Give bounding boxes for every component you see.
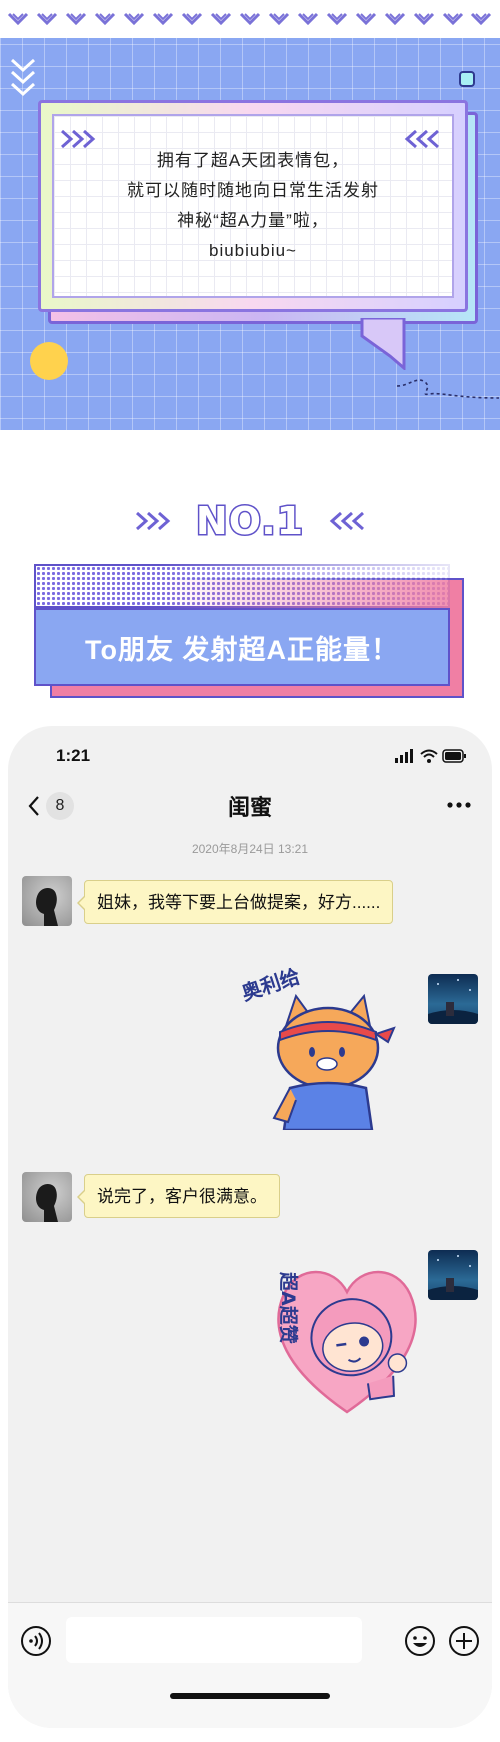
avatar[interactable] <box>428 1250 478 1300</box>
avatar[interactable] <box>22 1172 72 1222</box>
chevron-down-icon <box>8 12 29 26</box>
status-bar: 1:21 <box>8 726 492 780</box>
chevron-down-icon <box>153 12 174 26</box>
sun-circle <box>30 342 68 380</box>
chevron-down-icon <box>413 12 434 26</box>
battery-icon <box>442 749 466 763</box>
wifi-icon <box>420 749 438 763</box>
message-bubble[interactable]: 姐妹，我等下要上台做提案，好方...... <box>76 880 394 924</box>
chevron-down-icon <box>10 58 36 97</box>
chevron-down-icon <box>210 12 232 26</box>
sticker-caption: 奥利给 <box>238 964 302 1005</box>
more-dots-icon[interactable] <box>446 798 472 812</box>
banner-dot-pattern <box>34 564 450 608</box>
cube-icon <box>459 71 475 87</box>
status-icons <box>395 749 466 763</box>
phone-mockup: 1:21 8 闺蜜 2020年8月24日 13:21 姐妹，我等下要上台做提案，… <box>8 726 492 1728</box>
hero-line-2: 就可以随时随地向日常生活发射 <box>127 181 379 200</box>
hero-line-4: biubiubiu~ <box>209 241 297 260</box>
hero-line-1: 拥有了超A天团表情包， <box>156 151 350 170</box>
chevron-down-icon <box>384 12 405 26</box>
squiggle-line <box>396 379 500 399</box>
sticker-cat-aoligei[interactable]: 奥利给 <box>234 960 414 1130</box>
chevron-down-icon <box>124 12 145 26</box>
chevron-down-icon <box>66 12 87 26</box>
user-silhouette-icon <box>36 888 58 926</box>
chat-input-bar <box>8 1602 492 1728</box>
chevron-down-icon <box>37 12 58 26</box>
avatar[interactable] <box>22 876 72 926</box>
section-header: NO.1 <box>0 496 500 546</box>
hero-speech-bubble: 拥有了超A天团表情包， 就可以随时随地向日常生活发射 神秘“超A力量”啦， bi… <box>52 114 454 298</box>
chevron-down-icon <box>95 12 116 26</box>
chat-navbar: 8 闺蜜 <box>8 780 492 832</box>
signal-icon <box>395 749 413 763</box>
double-chevron-left-icon <box>404 129 439 149</box>
chevron-down-icon <box>442 12 463 26</box>
section-number: NO.1 <box>194 498 305 545</box>
chevron-down-icon <box>471 12 492 26</box>
voice-icon[interactable] <box>20 1625 52 1657</box>
triple-chevron-right-icon <box>135 511 171 531</box>
chat-title: 闺蜜 <box>227 795 272 820</box>
night-sky-image <box>428 1255 478 1300</box>
section-banner-text: To朋友 发射超A正能量！ <box>85 634 399 665</box>
chevron-down-icon <box>268 12 289 26</box>
hero-banner: 拥有了超A天团表情包， 就可以随时随地向日常生活发射 神秘“超A力量”啦， bi… <box>0 0 500 430</box>
chevron-down-icon <box>355 12 376 26</box>
bubble-tail <box>360 318 406 370</box>
message-bubble[interactable]: 说完了，客户很满意。 <box>77 1174 280 1218</box>
chevron-down-icon <box>326 12 347 26</box>
status-time: 1:21 <box>56 746 91 765</box>
plus-icon[interactable] <box>448 1625 480 1657</box>
hero-line-3: 神秘“超A力量”啦， <box>177 211 329 230</box>
avatar[interactable] <box>428 974 478 1024</box>
sticker-heart-chaozan[interactable]: 超A超赞 <box>266 1252 428 1420</box>
chat-messages[interactable]: 2020年8月24日 13:21 姐妹，我等下要上台做提案，好方...... 奥… <box>8 832 492 1602</box>
sticker-caption: 超A超赞 <box>277 1271 300 1344</box>
chevron-down-icon <box>239 12 261 26</box>
section-banner: To朋友 发射超A正能量！ <box>34 608 450 686</box>
chevron-down-icon <box>182 12 203 26</box>
message-timestamp: 2020年8月24日 13:21 <box>191 842 309 856</box>
chevron-strip <box>0 0 500 38</box>
chevron-down-icon <box>297 12 318 26</box>
emoji-icon[interactable] <box>404 1625 436 1657</box>
user-silhouette-icon <box>36 1184 58 1222</box>
message-input[interactable] <box>66 1617 362 1663</box>
triple-chevron-left-icon <box>329 511 365 531</box>
night-sky-image <box>428 979 478 1024</box>
home-indicator[interactable] <box>170 1693 330 1699</box>
double-chevron-right-icon <box>61 129 96 149</box>
